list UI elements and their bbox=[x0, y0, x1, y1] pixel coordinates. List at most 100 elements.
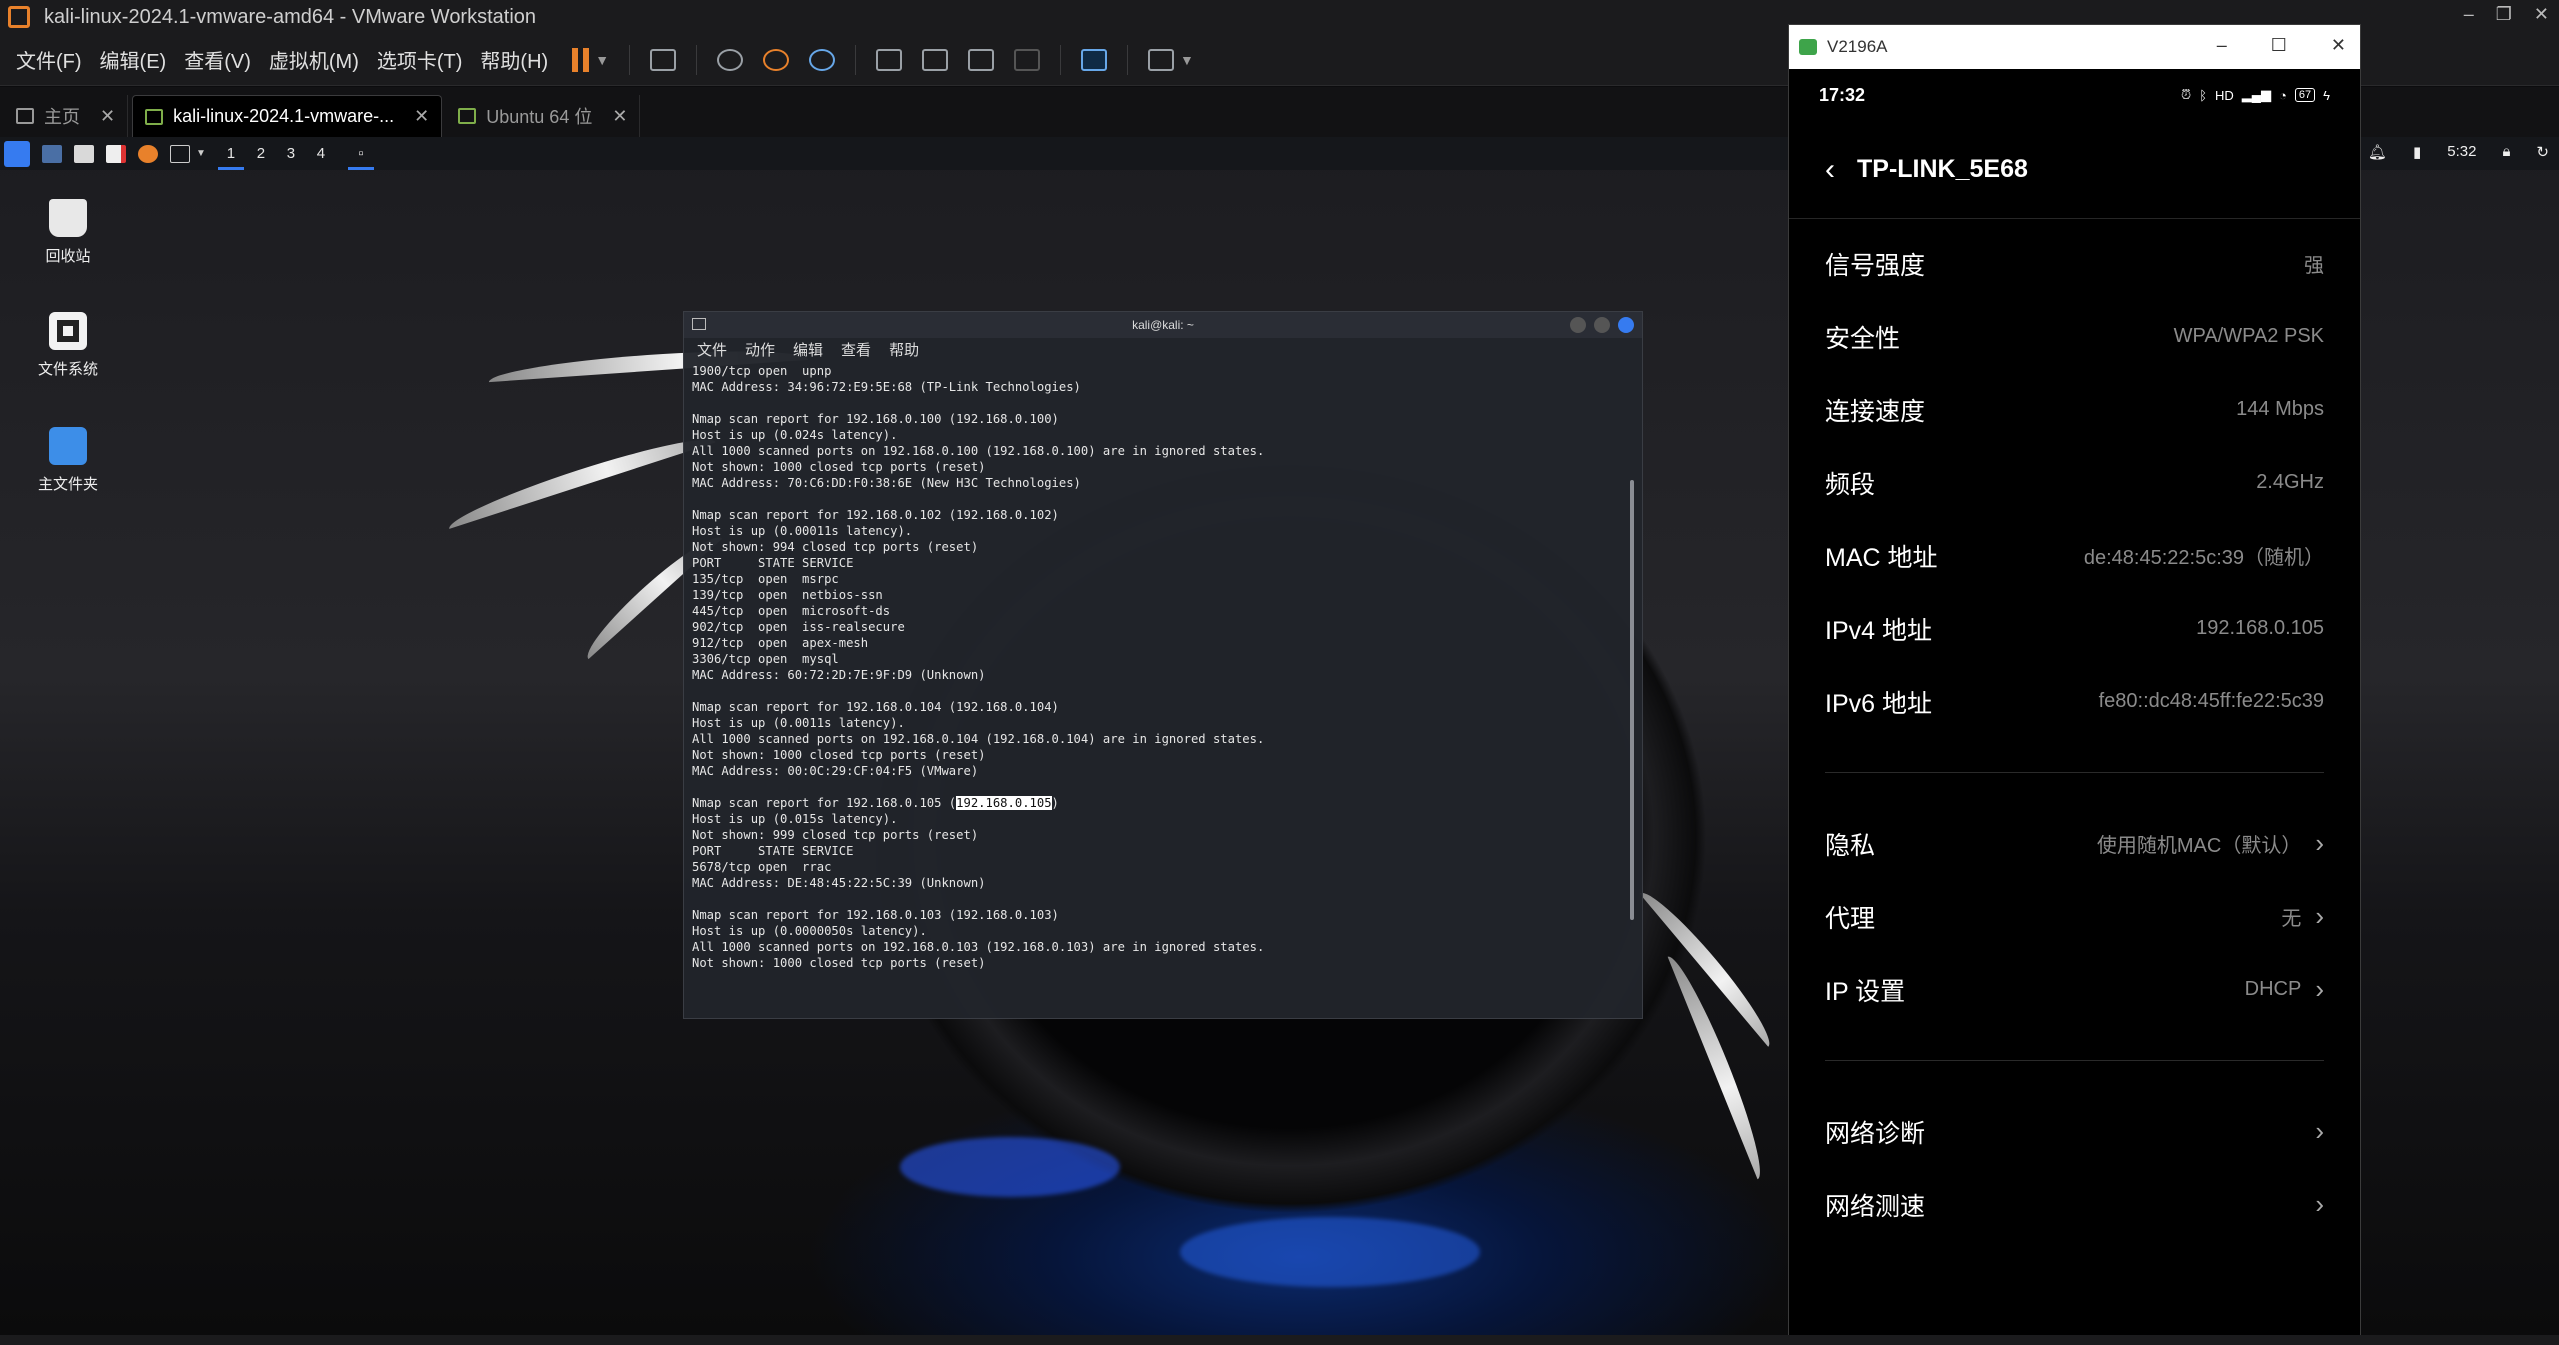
unity-icon[interactable] bbox=[1014, 48, 1041, 71]
detail-ipv6-address: IPv6 地址 fe80::dc48:45ff:fe22:5c39 bbox=[1825, 689, 2324, 718]
network-name: TP-LINK_5E68 bbox=[1857, 155, 2028, 183]
workspace-4[interactable]: 4 bbox=[306, 145, 336, 162]
tool-speed-test[interactable]: 网络测速 › bbox=[1789, 1168, 2360, 1241]
desktop-icon-filesystem[interactable]: 文件系统 bbox=[18, 312, 118, 379]
terminal-menu-bar: 文件 动作 编辑 查看 帮助 bbox=[684, 338, 1642, 360]
close-icon[interactable]: ✕ bbox=[100, 106, 115, 127]
menu-edit[interactable]: 编辑(E) bbox=[92, 45, 175, 74]
workspace-3[interactable]: 3 bbox=[276, 145, 306, 162]
chevron-down-icon[interactable]: ▼ bbox=[196, 148, 206, 159]
maximize-icon[interactable]: ☐ bbox=[2271, 35, 2287, 56]
battery-icon[interactable]: ▮ bbox=[2413, 143, 2421, 161]
tab-kali[interactable]: kali-linux-2024.1-vmware-... ✕ bbox=[132, 95, 443, 137]
bluetooth-icon: ᛒ bbox=[2199, 87, 2207, 103]
close-icon[interactable]: ✕ bbox=[612, 106, 627, 127]
maximize-icon[interactable] bbox=[1594, 317, 1610, 333]
close-icon[interactable]: ✕ bbox=[2331, 35, 2346, 56]
detail-security: 安全性 WPA/WPA2 PSK bbox=[1825, 324, 2324, 353]
chevron-down-icon[interactable]: ▼ bbox=[1180, 52, 1194, 68]
thumbnail-bar-icon[interactable] bbox=[922, 48, 949, 71]
terminal-output[interactable]: 1900/tcp open upnp MAC Address: 34:96:72… bbox=[684, 360, 1642, 971]
sidebar-toggle-icon[interactable] bbox=[876, 48, 903, 71]
signal-icon: ▂▄▆ bbox=[2241, 87, 2271, 102]
chevron-right-icon: › bbox=[2315, 901, 2324, 931]
chevron-right-icon: › bbox=[2315, 1189, 2324, 1219]
desktop-icon-home[interactable]: 主文件夹 bbox=[18, 427, 118, 494]
menu-view[interactable]: 查看(V) bbox=[176, 45, 259, 74]
text-editor-icon[interactable] bbox=[106, 144, 126, 163]
detail-link-speed: 连接速度 144 Mbps bbox=[1825, 397, 2324, 426]
workspace-2[interactable]: 2 bbox=[246, 145, 276, 162]
snapshot-manager-icon[interactable] bbox=[809, 48, 836, 71]
console-view-icon[interactable] bbox=[1081, 48, 1108, 71]
vmware-status-bar bbox=[0, 1335, 2559, 1345]
divider bbox=[1825, 772, 2324, 773]
minimize-icon[interactable] bbox=[1570, 317, 1586, 333]
chevron-down-icon[interactable]: ▼ bbox=[595, 52, 609, 68]
wallpaper-decoration bbox=[444, 427, 716, 529]
revert-snapshot-icon[interactable] bbox=[763, 48, 790, 71]
minimize-icon[interactable]: – bbox=[2217, 35, 2227, 56]
snapshot-icon[interactable] bbox=[717, 48, 744, 71]
phone-window-controls: – ☐ ✕ bbox=[2217, 35, 2346, 56]
bell-icon[interactable]: 🔔︎ bbox=[2368, 143, 2387, 161]
setting-ip[interactable]: IP 设置 DHCP › bbox=[1789, 953, 2360, 1026]
pause-icon[interactable] bbox=[572, 47, 590, 72]
setting-proxy[interactable]: 代理无 › bbox=[1789, 880, 2360, 953]
terminal-launcher-icon[interactable] bbox=[170, 144, 190, 163]
restore-icon[interactable]: ❐ bbox=[2496, 4, 2512, 25]
terminal-scrollbar[interactable] bbox=[1630, 480, 1634, 920]
stretch-guest-icon[interactable] bbox=[1148, 48, 1175, 71]
tab-ubuntu[interactable]: Ubuntu 64 位 ✕ bbox=[446, 95, 641, 137]
menu-vm[interactable]: 虚拟机(M) bbox=[261, 45, 367, 74]
back-arrow-icon[interactable]: ‹ bbox=[1825, 153, 1835, 187]
terminal-title-bar[interactable]: kali@kali: ~ bbox=[684, 312, 1642, 338]
kali-menu-icon[interactable] bbox=[4, 140, 30, 167]
wifi-icon: ◔ bbox=[2279, 87, 2287, 103]
terminal-window-controls bbox=[1570, 317, 1634, 333]
vm-icon bbox=[145, 108, 164, 125]
wallpaper-decoration bbox=[900, 1137, 1120, 1197]
phone-time: 17:32 bbox=[1819, 84, 1866, 105]
firefox-icon[interactable] bbox=[138, 144, 158, 163]
terminal-title: kali@kali: ~ bbox=[1132, 318, 1194, 332]
tab-home[interactable]: 主页 ✕ bbox=[4, 95, 129, 137]
wallpaper-decoration bbox=[1180, 1217, 1480, 1287]
chevron-right-icon: › bbox=[2315, 1116, 2324, 1146]
menu-help[interactable]: 帮助(H) bbox=[472, 45, 556, 74]
menu-file[interactable]: 文件(F) bbox=[8, 45, 90, 74]
terminal-menu-help[interactable]: 帮助 bbox=[889, 339, 919, 360]
workspace-1[interactable]: 1 bbox=[216, 145, 246, 170]
refresh-icon[interactable]: ↻ bbox=[2536, 143, 2549, 161]
show-desktop-icon[interactable] bbox=[42, 144, 62, 163]
minimize-icon[interactable]: – bbox=[2464, 4, 2474, 25]
terminal-menu-action[interactable]: 动作 bbox=[745, 339, 775, 360]
chevron-right-icon: › bbox=[2315, 828, 2324, 858]
vmware-logo-icon bbox=[8, 6, 30, 28]
desktop-icon-trash[interactable]: 回收站 bbox=[18, 199, 118, 266]
close-icon[interactable]: ✕ bbox=[414, 106, 429, 127]
phone-mirror-window: V2196A – ☐ ✕ 17:32 ⏰︎ ᛒ HD ▂▄▆ ◔ 67 ϟ ‹ … bbox=[1788, 24, 2361, 1344]
terminal-menu-file[interactable]: 文件 bbox=[697, 339, 727, 360]
alarm-icon: ⏰︎ bbox=[2181, 87, 2192, 102]
chevron-right-icon: › bbox=[2315, 974, 2324, 1004]
menu-tabs[interactable]: 选项卡(T) bbox=[369, 45, 471, 74]
clock[interactable]: 5:32 bbox=[2447, 143, 2476, 161]
close-icon[interactable] bbox=[1618, 317, 1634, 333]
phone-window-title-bar[interactable]: V2196A – ☐ ✕ bbox=[1789, 25, 2360, 69]
lock-icon[interactable]: 🔒︎ bbox=[2502, 143, 2510, 161]
terminal-window[interactable]: kali@kali: ~ 文件 动作 编辑 查看 帮助 1900/tcp ope… bbox=[683, 311, 1643, 1019]
window-title: kali-linux-2024.1-vmware-amd64 - VMware … bbox=[44, 5, 537, 28]
tool-network-diagnosis[interactable]: 网络诊断 › bbox=[1789, 1095, 2360, 1168]
terminal-menu-edit[interactable]: 编辑 bbox=[793, 339, 823, 360]
system-tray: 🔔︎ ▮ 5:32 🔒︎ ↻ bbox=[2368, 143, 2549, 161]
detail-mac-address: MAC 地址 de:48:45:22:5c:39（随机） bbox=[1825, 543, 2324, 572]
fullscreen-icon[interactable] bbox=[968, 48, 995, 71]
terminal-menu-view[interactable]: 查看 bbox=[841, 339, 871, 360]
selected-text: 192.168.0.105 bbox=[956, 796, 1052, 810]
file-manager-icon[interactable] bbox=[74, 144, 94, 163]
send-ctrl-alt-del-icon[interactable] bbox=[650, 48, 677, 71]
close-icon[interactable]: ✕ bbox=[2534, 4, 2549, 25]
taskbar-terminal-button[interactable]: ▫ bbox=[346, 145, 376, 170]
setting-privacy[interactable]: 隐私 使用随机MAC（默认） › bbox=[1789, 807, 2360, 880]
